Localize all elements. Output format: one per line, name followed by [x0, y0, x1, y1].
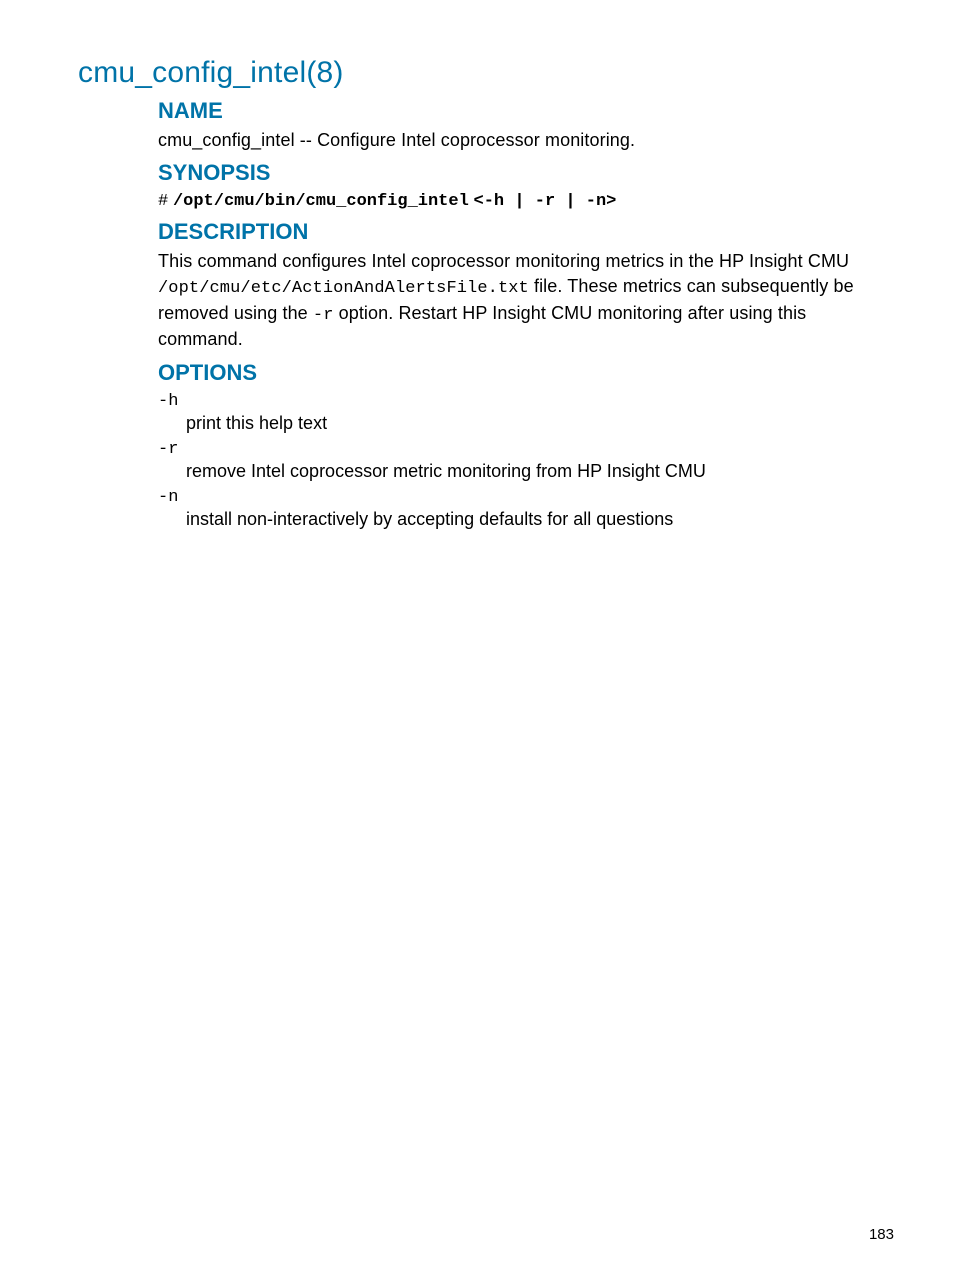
- option-desc: remove Intel coprocessor metric monitori…: [186, 461, 894, 482]
- desc-part1: This command configures Intel coprocesso…: [158, 251, 849, 271]
- option-item: -n install non-interactively by acceptin…: [158, 488, 894, 530]
- synopsis-command: /opt/cmu/bin/cmu_config_intel: [173, 192, 469, 211]
- manpage-document: cmu_config_intel(8) NAME cmu_config_inte…: [0, 0, 954, 1271]
- synopsis-prompt: #: [158, 192, 168, 211]
- option-item: -r remove Intel coprocessor metric monit…: [158, 440, 894, 482]
- description-text: This command configures Intel coprocesso…: [158, 249, 894, 351]
- option-desc: print this help text: [186, 413, 894, 434]
- section-heading-description: DESCRIPTION: [158, 219, 894, 245]
- section-heading-options: OPTIONS: [158, 360, 894, 386]
- synopsis-line: # /opt/cmu/bin/cmu_config_intel <-h | -r…: [158, 190, 894, 211]
- option-flag: -h: [158, 392, 894, 411]
- section-heading-synopsis: SYNOPSIS: [158, 160, 894, 186]
- synopsis-args: <-h | -r | -n>: [474, 192, 617, 211]
- option-desc: install non-interactively by accepting d…: [186, 509, 894, 530]
- content-body: NAME cmu_config_intel -- Configure Intel…: [158, 98, 894, 530]
- page-number: 183: [869, 1226, 894, 1243]
- page-title: cmu_config_intel(8): [78, 56, 894, 90]
- name-text: cmu_config_intel -- Configure Intel copr…: [158, 128, 894, 152]
- desc-flag: -r: [313, 306, 334, 325]
- option-flag: -r: [158, 440, 894, 459]
- option-item: -h print this help text: [158, 392, 894, 434]
- desc-path: /opt/cmu/etc/ActionAndAlertsFile.txt: [158, 279, 529, 298]
- section-heading-name: NAME: [158, 98, 894, 124]
- option-flag: -n: [158, 488, 894, 507]
